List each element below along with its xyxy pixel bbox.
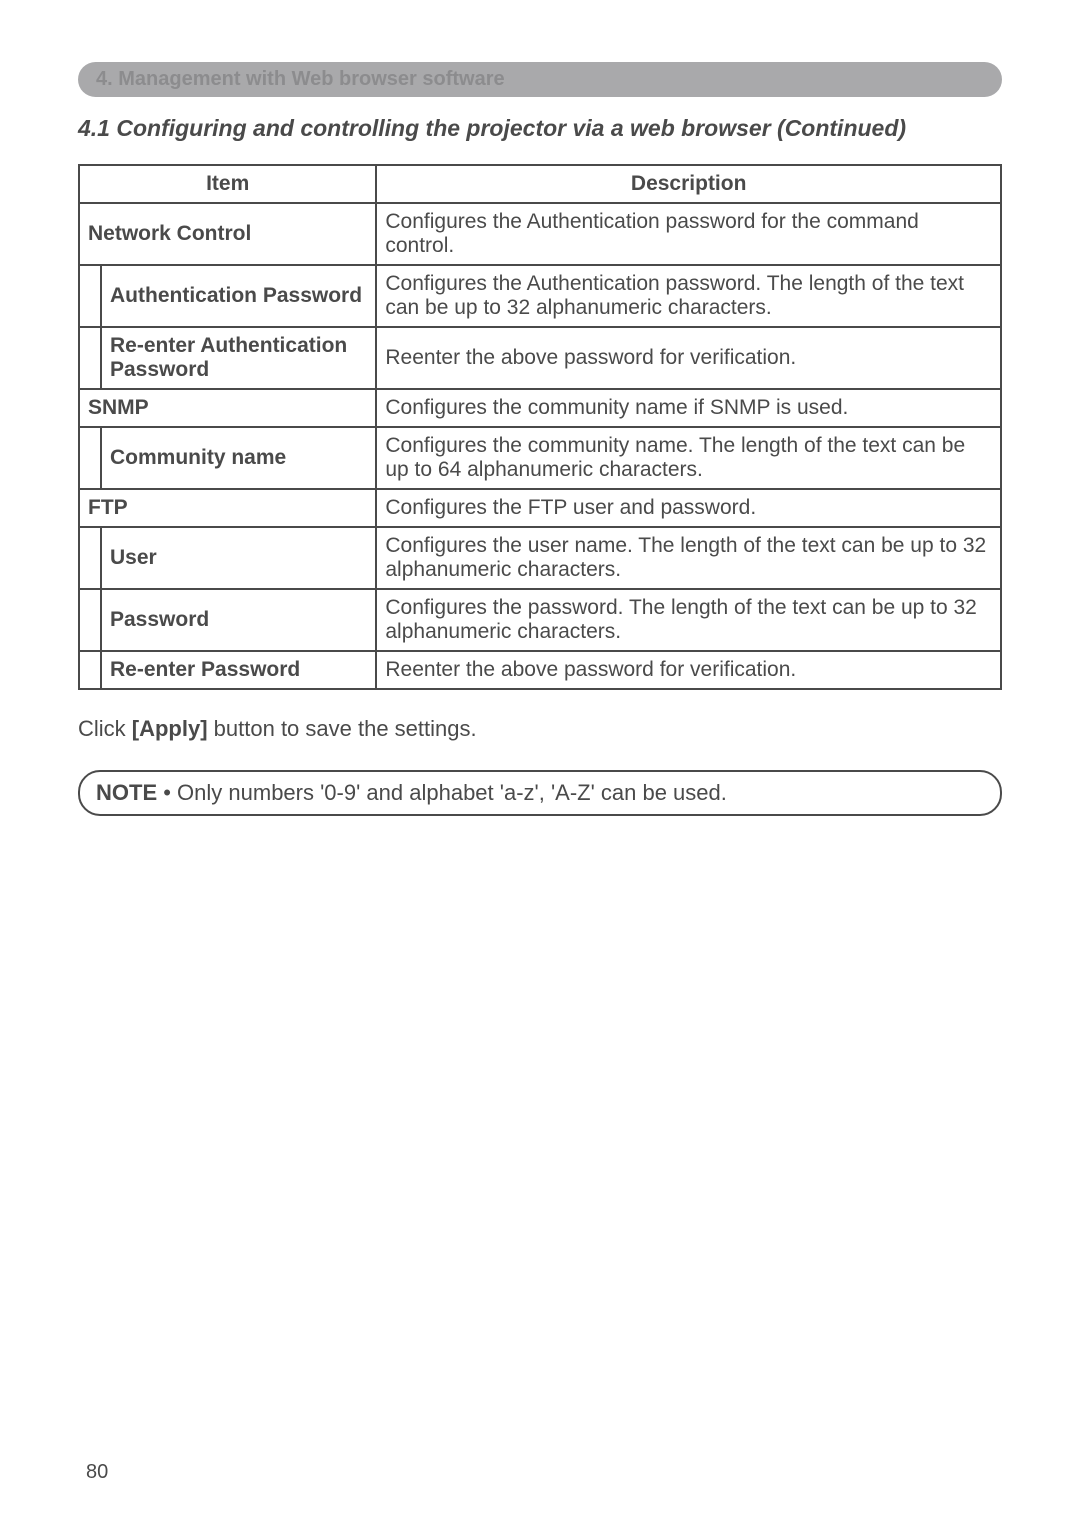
table-row: Password Configures the password. The le…	[79, 589, 1001, 651]
table-row: Re-enter Password Reenter the above pass…	[79, 651, 1001, 689]
indent-cell	[79, 589, 101, 651]
item-cell: FTP	[79, 489, 376, 527]
note-text: • Only numbers '0-9' and alphabet 'a-z',…	[157, 780, 727, 805]
section-title: 4.1 Configuring and controlling the proj…	[78, 115, 1002, 142]
table-row: FTP Configures the FTP user and password…	[79, 489, 1001, 527]
table-row: Community name Configures the community …	[79, 427, 1001, 489]
item-cell: Password	[101, 589, 376, 651]
note-label: NOTE	[96, 780, 157, 805]
item-cell: Community name	[101, 427, 376, 489]
table-row: Authentication Password Configures the A…	[79, 265, 1001, 327]
desc-cell: Configures the user name. The length of …	[376, 527, 1001, 589]
indent-cell	[79, 527, 101, 589]
table-row: User Configures the user name. The lengt…	[79, 527, 1001, 589]
note-box: NOTE • Only numbers '0-9' and alphabet '…	[78, 770, 1002, 816]
chapter-banner: 4. Management with Web browser software	[78, 62, 1002, 97]
item-cell: Network Control	[79, 203, 376, 265]
item-cell: Authentication Password	[101, 265, 376, 327]
settings-table: Item Description Network Control Configu…	[78, 164, 1002, 690]
table-row: Network Control Configures the Authentic…	[79, 203, 1001, 265]
th-description: Description	[376, 165, 1001, 203]
apply-post: button to save the settings.	[208, 716, 477, 741]
desc-cell: Configures the community name if SNMP is…	[376, 389, 1001, 427]
desc-cell: Configures the Authentication password f…	[376, 203, 1001, 265]
item-cell: Re-enter Authentication Password	[101, 327, 376, 389]
desc-cell: Reenter the above password for verificat…	[376, 327, 1001, 389]
desc-cell: Reenter the above password for verificat…	[376, 651, 1001, 689]
page-number: 80	[86, 1461, 108, 1484]
desc-cell: Configures the FTP user and password.	[376, 489, 1001, 527]
item-cell: SNMP	[79, 389, 376, 427]
indent-cell	[79, 265, 101, 327]
desc-cell: Configures the Authentication password. …	[376, 265, 1001, 327]
desc-cell: Configures the community name. The lengt…	[376, 427, 1001, 489]
indent-cell	[79, 327, 101, 389]
apply-pre: Click	[78, 716, 132, 741]
table-row: Re-enter Authentication Password Reenter…	[79, 327, 1001, 389]
indent-cell	[79, 651, 101, 689]
item-cell: Re-enter Password	[101, 651, 376, 689]
apply-text: Click [Apply] button to save the setting…	[78, 716, 1002, 742]
th-item: Item	[79, 165, 376, 203]
table-row: SNMP Configures the community name if SN…	[79, 389, 1001, 427]
desc-cell: Configures the password. The length of t…	[376, 589, 1001, 651]
chapter-banner-text: 4. Management with Web browser software	[96, 68, 505, 90]
item-cell: User	[101, 527, 376, 589]
indent-cell	[79, 427, 101, 489]
apply-bold: [Apply]	[132, 716, 208, 741]
